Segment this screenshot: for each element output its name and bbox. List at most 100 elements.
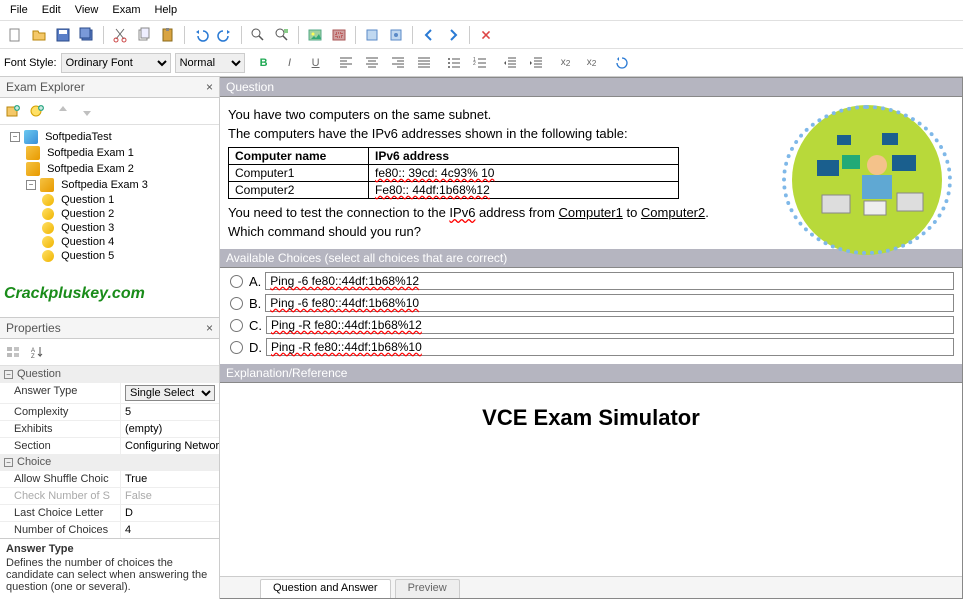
close-icon[interactable]: × <box>206 80 213 94</box>
menu-help[interactable]: Help <box>148 2 183 18</box>
choice-row[interactable]: C.Ping -R fe80::44df:1b68%12 <box>228 314 954 336</box>
tree-root[interactable]: − SoftpediaTest <box>2 129 217 145</box>
categorized-button[interactable] <box>2 341 24 363</box>
numbered-list-button[interactable]: 12 <box>469 52 491 74</box>
indent-right-button[interactable] <box>525 52 547 74</box>
exam-tree[interactable]: − SoftpediaTest Softpedia Exam 1 Softped… <box>0 125 219 275</box>
choice-text[interactable]: Ping -R fe80::44df:1b68%12 <box>266 316 954 334</box>
clear-button[interactable] <box>475 24 497 46</box>
menu-exam[interactable]: Exam <box>106 2 146 18</box>
tree-question[interactable]: Question 1 <box>2 193 217 207</box>
italic-button[interactable]: I <box>279 52 301 74</box>
indent-left-button[interactable] <box>499 52 521 74</box>
choice-text[interactable]: Ping -R fe80::44df:1b68%10 <box>266 338 954 356</box>
find-button[interactable] <box>247 24 269 46</box>
prop-row-exhibits[interactable]: Exhibits(empty) <box>0 420 219 437</box>
bold-button[interactable]: B <box>253 52 275 74</box>
align-left-button[interactable] <box>335 52 357 74</box>
nav-prev-button[interactable] <box>418 24 440 46</box>
prop-row-complexity[interactable]: Complexity5 <box>0 403 219 420</box>
undo-button[interactable] <box>190 24 212 46</box>
tree-exam[interactable]: Softpedia Exam 2 <box>2 161 217 177</box>
refresh-button[interactable] <box>611 52 633 74</box>
choice-text[interactable]: Ping -6 fe80::44df:1b68%10 <box>265 294 954 312</box>
tree-exam[interactable]: Softpedia Exam 1 <box>2 145 217 161</box>
copy-button[interactable] <box>133 24 155 46</box>
properties-panel: Properties × AZ −Question Answer TypeSin… <box>0 317 219 601</box>
cut-button[interactable] <box>109 24 131 46</box>
svg-text:2: 2 <box>473 61 476 67</box>
fontstyle-label: Font Style: <box>4 57 57 69</box>
insert-image-button[interactable] <box>304 24 326 46</box>
close-icon[interactable]: × <box>206 321 213 335</box>
watermark-text: Crackpluskey.com <box>0 275 219 317</box>
preview-button[interactable] <box>361 24 383 46</box>
subscript-button[interactable]: x2 <box>581 52 603 74</box>
choice-radio-d[interactable] <box>230 341 243 354</box>
prop-row-check-number: Check Number of SFalse <box>0 487 219 504</box>
main-toolbar <box>0 21 963 49</box>
choice-row[interactable]: A.Ping -6 fe80::44df:1b68%12 <box>228 270 954 292</box>
choice-row[interactable]: D.Ping -R fe80::44df:1b68%10 <box>228 336 954 358</box>
address-table: Computer nameIPv6 address Computer1fe80:… <box>228 147 679 199</box>
align-right-button[interactable] <box>387 52 409 74</box>
brand-text: VCE Exam Simulator <box>482 405 700 431</box>
add-question-button[interactable] <box>26 100 48 122</box>
choice-row[interactable]: B.Ping -6 fe80::44df:1b68%10 <box>228 292 954 314</box>
align-justify-button[interactable] <box>413 52 435 74</box>
help-title: Answer Type <box>6 543 213 555</box>
settings-button[interactable] <box>385 24 407 46</box>
choices-body: A.Ping -6 fe80::44df:1b68%12 B.Ping -6 f… <box>220 268 962 364</box>
prop-row-last-letter[interactable]: Last Choice LetterD <box>0 504 219 521</box>
align-center-button[interactable] <box>361 52 383 74</box>
properties-toolbar: AZ <box>0 339 219 366</box>
format-toolbar: Font Style: Ordinary Font Normal B I U 1… <box>0 49 963 77</box>
new-file-button[interactable] <box>4 24 26 46</box>
tree-question[interactable]: Question 3 <box>2 221 217 235</box>
move-up-button[interactable] <box>52 100 74 122</box>
insert-hotarea-button[interactable] <box>328 24 350 46</box>
choice-radio-b[interactable] <box>230 297 243 310</box>
menu-file[interactable]: File <box>4 2 34 18</box>
tab-question-answer[interactable]: Question and Answer <box>260 579 391 598</box>
choice-radio-a[interactable] <box>230 275 243 288</box>
find-replace-button[interactable] <box>271 24 293 46</box>
prop-row-num-choices[interactable]: Number of Choices4 <box>0 521 219 538</box>
bulleted-list-button[interactable] <box>443 52 465 74</box>
underline-button[interactable]: U <box>305 52 327 74</box>
tree-question[interactable]: Question 4 <box>2 235 217 249</box>
menubar: File Edit View Exam Help <box>0 0 963 21</box>
left-panel: Exam Explorer × − SoftpediaTest Softpedi… <box>0 77 220 599</box>
choice-radio-c[interactable] <box>230 319 243 332</box>
tree-question[interactable]: Question 5 <box>2 249 217 263</box>
props-category-choice[interactable]: −Choice <box>0 454 219 470</box>
prop-row-answer-type[interactable]: Answer TypeSingle Select <box>0 382 219 403</box>
explanation-section-header: Explanation/Reference <box>220 364 962 383</box>
save-button[interactable] <box>52 24 74 46</box>
props-category-question[interactable]: −Question <box>0 366 219 382</box>
save-all-button[interactable] <box>76 24 98 46</box>
open-file-button[interactable] <box>28 24 50 46</box>
svg-text:Z: Z <box>31 354 35 359</box>
alphabetical-button[interactable]: AZ <box>26 341 48 363</box>
tab-preview[interactable]: Preview <box>395 579 460 598</box>
answer-type-select[interactable]: Single Select <box>125 385 215 401</box>
tree-exam[interactable]: − Softpedia Exam 3 <box>2 177 217 193</box>
move-down-button[interactable] <box>76 100 98 122</box>
superscript-button[interactable]: x2 <box>555 52 577 74</box>
paste-button[interactable] <box>157 24 179 46</box>
fontstyle-select[interactable]: Ordinary Font <box>61 53 171 73</box>
explanation-body[interactable]: VCE Exam Simulator <box>220 383 962 576</box>
choice-text[interactable]: Ping -6 fe80::44df:1b68%12 <box>265 272 954 290</box>
question-body[interactable]: You have two computers on the same subne… <box>220 97 962 249</box>
menu-edit[interactable]: Edit <box>36 2 67 18</box>
explorer-title: Exam Explorer <box>6 80 85 94</box>
nav-next-button[interactable] <box>442 24 464 46</box>
add-exam-button[interactable] <box>2 100 24 122</box>
menu-view[interactable]: View <box>69 2 105 18</box>
redo-button[interactable] <box>214 24 236 46</box>
fontsize-select[interactable]: Normal <box>175 53 245 73</box>
prop-row-section[interactable]: SectionConfiguring Network C <box>0 437 219 454</box>
tree-question[interactable]: Question 2 <box>2 207 217 221</box>
prop-row-shuffle[interactable]: Allow Shuffle ChoicTrue <box>0 470 219 487</box>
